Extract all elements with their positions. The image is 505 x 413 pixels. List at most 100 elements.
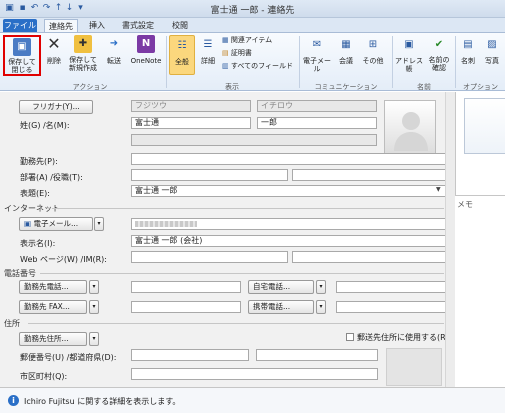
- display-as-field[interactable]: 富士通 一郎: [131, 185, 446, 197]
- business-fax-dropdown[interactable]: ▾: [89, 300, 99, 314]
- mobile-phone-field[interactable]: [336, 301, 446, 313]
- more-button[interactable]: ⊞ その他: [360, 35, 386, 75]
- furigana-last-name-field: フジツウ: [131, 100, 251, 112]
- forward-label: 転送: [107, 57, 121, 65]
- business-phone-field[interactable]: [131, 281, 241, 293]
- details-label: 詳細: [201, 57, 215, 65]
- home-phone-field[interactable]: [336, 281, 446, 293]
- meeting-button[interactable]: ▦ 会議: [334, 35, 358, 75]
- display-name-label: 表示名(I):: [20, 239, 56, 248]
- address-book-label: アドレス帳: [395, 57, 423, 73]
- save-close-icon: ▣: [13, 38, 31, 56]
- notes-area[interactable]: メモ: [455, 195, 505, 387]
- home-phone-button[interactable]: 自宅電話...: [248, 280, 314, 294]
- delete-icon: ✕: [47, 34, 61, 53]
- picture-label: 写真: [485, 57, 499, 65]
- certificates-label: 証明書: [230, 49, 252, 57]
- prefecture-field[interactable]: [256, 349, 378, 361]
- tab-insert[interactable]: 挿入: [84, 19, 110, 32]
- chevron-down-icon[interactable]: ▼: [436, 186, 441, 193]
- business-card: [464, 98, 505, 154]
- email-select-label: 電子メール...: [33, 219, 79, 228]
- contact-card-icon: ☷: [177, 40, 187, 51]
- save-close-label: 保存して 閉じる: [8, 58, 36, 74]
- onenote-label: OneNote: [130, 57, 162, 65]
- group-label-names: 名前: [417, 83, 431, 91]
- group-label-options: オプション: [463, 83, 498, 91]
- tab-format-text[interactable]: 書式設定: [116, 19, 160, 32]
- business-fax-field[interactable]: [131, 301, 241, 313]
- contact-photo[interactable]: [384, 100, 436, 156]
- person-silhouette-icon: [394, 112, 428, 151]
- furigana-button[interactable]: フリガナ(Y)...: [19, 100, 93, 114]
- activities-icon: ▦: [222, 36, 229, 44]
- tab-file[interactable]: ファイル: [3, 19, 37, 32]
- more-icon: ⊞: [368, 39, 378, 50]
- activities-button[interactable]: ▦ 関連アイテム: [222, 36, 294, 47]
- onenote-button[interactable]: N OneNote: [128, 35, 164, 75]
- status-bar: i Ichiro Fujitsu に関する詳細を表示します。: [0, 387, 505, 413]
- save-close-button[interactable]: ▣ 保存して 閉じる: [3, 35, 41, 76]
- display-as-label: 表題(E):: [20, 189, 50, 198]
- department-field[interactable]: [131, 169, 288, 181]
- details-button[interactable]: ☰ 詳細: [197, 35, 219, 75]
- address-book-icon: ▣: [404, 39, 414, 50]
- picture-icon: ▨: [487, 39, 497, 50]
- business-fax-button[interactable]: 勤務先 FAX...: [19, 300, 87, 314]
- postal-code-field[interactable]: [131, 349, 249, 361]
- onenote-icon: N: [137, 35, 155, 53]
- home-phone-dropdown[interactable]: ▾: [316, 280, 326, 294]
- save-new-icon: ✚: [74, 35, 92, 53]
- first-name-field[interactable]: 一郎: [257, 117, 377, 129]
- forward-icon: ➜: [109, 38, 119, 49]
- more-label: その他: [362, 57, 384, 65]
- dept-title-label: 部署(A) /役職(T):: [20, 173, 83, 182]
- tab-contact[interactable]: 連絡先: [44, 19, 78, 32]
- name-label: 姓(G) /名(M):: [20, 121, 70, 130]
- general-button[interactable]: ☷ 全般: [169, 35, 195, 75]
- status-text: Ichiro Fujitsu に関する詳細を表示します。: [24, 397, 181, 406]
- delete-button[interactable]: ✕ 削除: [43, 35, 65, 75]
- email-select-button[interactable]: ▣ 電子メール...: [19, 217, 93, 231]
- job-title-field[interactable]: [292, 169, 446, 181]
- address-book-button[interactable]: ▣ アドレス帳: [394, 35, 424, 75]
- delete-label: 削除: [47, 57, 61, 65]
- email-button[interactable]: ✉ 電子メール: [301, 35, 333, 75]
- im-address-field[interactable]: [292, 251, 446, 263]
- mailing-address-checkbox[interactable]: [346, 333, 354, 341]
- section-divider: [52, 208, 444, 209]
- ribbon-tabs: ファイル 連絡先 挿入 書式設定 校閲: [0, 18, 505, 32]
- email-dropdown[interactable]: ▾: [94, 217, 104, 231]
- mobile-phone-dropdown[interactable]: ▾: [316, 300, 326, 314]
- business-card-icon: ▤: [463, 39, 473, 50]
- all-fields-button[interactable]: ▥ すべてのフィールド: [222, 62, 296, 73]
- web-page-field[interactable]: [131, 251, 288, 263]
- email-label: 電子メール: [303, 57, 331, 73]
- picture-button[interactable]: ▨ 写真: [481, 35, 503, 75]
- business-phone-button[interactable]: 勤務先電話...: [19, 280, 87, 294]
- check-names-button[interactable]: ✔ 名前の 確認: [425, 35, 453, 79]
- mailing-address-label: 郵送先住所に使用する(R): [357, 333, 449, 342]
- company-label: 勤務先(P):: [20, 157, 58, 166]
- display-name-field[interactable]: 富士通 一郎 (会社): [131, 235, 446, 247]
- city-field[interactable]: [131, 368, 378, 380]
- company-field[interactable]: [131, 153, 446, 165]
- last-name-field[interactable]: 富士通: [131, 117, 251, 129]
- form-scrollbar[interactable]: [445, 92, 455, 387]
- business-address-button[interactable]: 勤務先住所...: [19, 332, 87, 346]
- business-card-button[interactable]: ▤ 名刺: [457, 35, 479, 75]
- mobile-phone-button[interactable]: 携帯電話...: [248, 300, 314, 314]
- group-separator: [455, 36, 456, 88]
- forward-button[interactable]: ➜ 転送: [102, 35, 126, 75]
- save-new-button[interactable]: ✚ 保存して 新規作成: [66, 35, 100, 75]
- meeting-icon: ▦: [341, 39, 351, 50]
- certificates-button[interactable]: ▤ 証明書: [222, 49, 294, 60]
- business-address-dropdown[interactable]: ▾: [89, 332, 99, 346]
- map-icon[interactable]: [386, 348, 442, 386]
- group-separator: [299, 36, 300, 88]
- business-phone-dropdown[interactable]: ▾: [89, 280, 99, 294]
- tab-review[interactable]: 校閲: [165, 19, 195, 32]
- group-separator: [166, 36, 167, 88]
- certificate-icon: ▤: [222, 49, 229, 57]
- furigana-first-name-field: イチロウ: [257, 100, 377, 112]
